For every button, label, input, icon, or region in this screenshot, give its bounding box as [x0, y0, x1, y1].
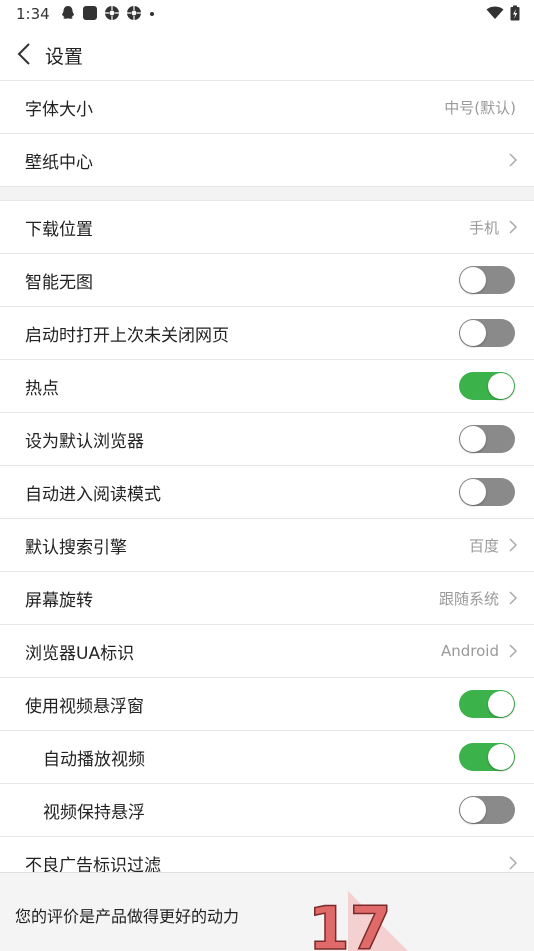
badge-17-icon: 17: [308, 891, 408, 951]
setting-label: 视频保持悬浮: [43, 802, 145, 823]
status-bar: 1:34: [0, 0, 534, 28]
toggle-knob: [460, 426, 486, 452]
toggle-switch[interactable]: [459, 372, 515, 400]
toggle-switch[interactable]: [459, 690, 515, 718]
setting-label: 壁纸中心: [25, 152, 93, 173]
toggle-knob: [460, 320, 486, 346]
section-divider: [0, 186, 534, 200]
chevron-right-icon: [509, 220, 518, 234]
settings-list: 字体大小 中号(默认) 壁纸中心 下载位置 手机 智能无图 启动时打开上次未关闭…: [0, 80, 534, 889]
qq-icon: [62, 6, 74, 19]
header: 设置: [0, 28, 534, 80]
setting-value: 百度: [468, 536, 499, 555]
setting-restore-tabs: 启动时打开上次未关闭网页: [0, 306, 534, 359]
setting-default-browser: 设为默认浏览器: [0, 412, 534, 465]
setting-font-size[interactable]: 字体大小 中号(默认): [0, 80, 534, 133]
badge-text: 17: [308, 894, 392, 951]
toggle-switch[interactable]: [459, 425, 515, 453]
toggle-switch[interactable]: [459, 796, 515, 824]
setting-wallpaper[interactable]: 壁纸中心: [0, 133, 534, 186]
setting-screen-rotation[interactable]: 屏幕旋转 跟随系统: [0, 571, 534, 624]
toggle-knob: [460, 479, 486, 505]
rating-prompt-text: 您的评价是产品做得更好的动力: [15, 907, 240, 926]
toggle-knob: [488, 691, 514, 717]
page-title: 设置: [45, 46, 84, 68]
toggle-switch[interactable]: [459, 319, 515, 347]
setting-label: 自动进入阅读模式: [25, 484, 161, 505]
back-arrow-icon[interactable]: [14, 40, 38, 68]
toggle-knob: [460, 797, 486, 823]
setting-label: 热点: [25, 378, 59, 399]
toggle-switch[interactable]: [459, 743, 515, 771]
setting-label: 启动时打开上次未关闭网页: [25, 325, 229, 346]
setting-hotspot: 热点: [0, 359, 534, 412]
battery-charging-icon: [510, 5, 520, 21]
chevron-right-icon: [509, 591, 518, 605]
setting-value: 中号(默认): [444, 98, 516, 117]
setting-label: 字体大小: [25, 99, 93, 120]
chevron-right-icon: [509, 153, 518, 167]
setting-label: 设为默认浏览器: [25, 431, 144, 452]
status-time: 1:34: [16, 5, 50, 23]
setting-video-float: 使用视频悬浮窗: [0, 677, 534, 730]
toggle-knob: [488, 744, 514, 770]
setting-label: 下载位置: [25, 219, 93, 240]
setting-label: 智能无图: [25, 272, 93, 293]
toggle-knob: [460, 267, 486, 293]
setting-user-agent[interactable]: 浏览器UA标识 Android: [0, 624, 534, 677]
setting-keep-float: 视频保持悬浮: [0, 783, 534, 836]
setting-reader-mode: 自动进入阅读模式: [0, 465, 534, 518]
aperture-icon: [105, 6, 119, 20]
rating-prompt-banner[interactable]: 您的评价是产品做得更好的动力 17: [0, 872, 534, 951]
dot-icon: [150, 12, 154, 16]
setting-label: 默认搜索引擎: [25, 537, 127, 558]
toggle-knob: [488, 373, 514, 399]
setting-search-engine[interactable]: 默认搜索引擎 百度: [0, 518, 534, 571]
setting-smart-no-image: 智能无图: [0, 253, 534, 306]
setting-label: 自动播放视频: [43, 749, 145, 770]
chevron-right-icon: [509, 856, 518, 870]
app-square-icon: [83, 6, 97, 20]
status-system-icons: [486, 5, 520, 21]
setting-label: 浏览器UA标识: [25, 643, 135, 664]
toggle-switch[interactable]: [459, 478, 515, 506]
setting-value: 跟随系统: [438, 589, 499, 608]
setting-label: 屏幕旋转: [25, 590, 93, 611]
status-notification-icons: [60, 5, 156, 21]
setting-autoplay-video: 自动播放视频: [0, 730, 534, 783]
wifi-icon: [486, 6, 504, 19]
setting-label: 使用视频悬浮窗: [25, 696, 144, 717]
setting-value: Android: [441, 642, 499, 660]
chevron-right-icon: [509, 644, 518, 658]
aperture-icon: [127, 6, 141, 20]
chevron-right-icon: [509, 538, 518, 552]
setting-value: 手机: [468, 218, 499, 237]
toggle-switch[interactable]: [459, 266, 515, 294]
setting-download-location[interactable]: 下载位置 手机: [0, 200, 534, 253]
